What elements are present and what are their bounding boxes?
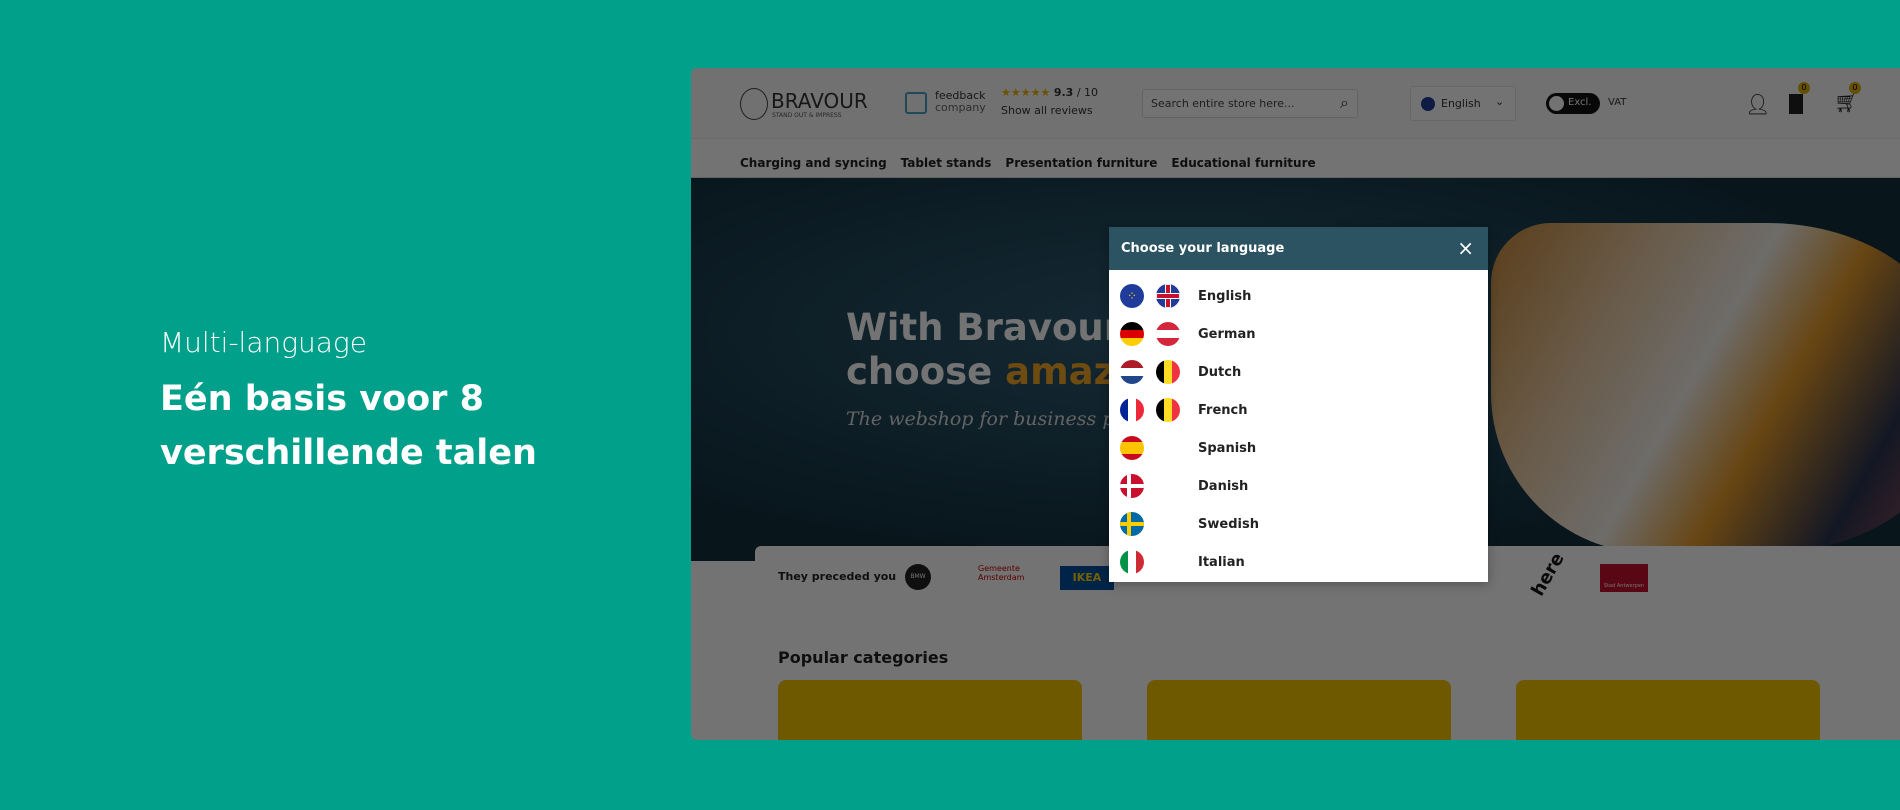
be-flag-icon xyxy=(1156,398,1180,422)
search-icon[interactable]: ⌕ xyxy=(1340,93,1349,113)
feedback-company-link[interactable]: feedback company xyxy=(935,90,986,114)
language-label: French xyxy=(1198,402,1248,418)
language-option-english[interactable]: ⁘ English xyxy=(1109,277,1488,315)
de-flag-icon xyxy=(1120,322,1144,346)
logo[interactable]: BRAVOUR xyxy=(771,89,868,113)
language-label: German xyxy=(1198,326,1256,342)
promo-headline: Eén basis voor 8 verschillende talen xyxy=(160,379,537,473)
main-nav: Charging and syncing Tablet stands Present… xyxy=(691,139,1900,178)
language-label: Danish xyxy=(1198,478,1249,494)
nl-flag-icon xyxy=(1120,360,1144,384)
close-icon[interactable]: × xyxy=(1457,236,1474,260)
wishlist-badge: 0 xyxy=(1798,82,1810,94)
be-flag-icon xyxy=(1156,360,1180,384)
language-current: English xyxy=(1441,97,1481,110)
language-option-danish[interactable]: Danish xyxy=(1109,467,1488,505)
category-card[interactable] xyxy=(1147,680,1451,740)
at-flag-icon xyxy=(1156,322,1180,346)
es-flag-icon xyxy=(1120,436,1144,460)
client-logo-bmw: BMW xyxy=(905,564,931,590)
gb-flag-icon xyxy=(1156,284,1180,308)
site-header: BRAVOUR STAND OUT & IMPRESS feedback comp… xyxy=(691,68,1900,139)
language-option-french[interactable]: French xyxy=(1109,391,1488,429)
client-logo-here: here xyxy=(1527,549,1569,600)
language-label: Dutch xyxy=(1198,364,1242,380)
account-icon[interactable]: 👤︎ xyxy=(1745,92,1770,116)
language-option-dutch[interactable]: Dutch xyxy=(1109,353,1488,391)
stars-icon: ★★★★★ xyxy=(1001,86,1051,99)
language-label: Swedish xyxy=(1198,516,1259,532)
language-label: Spanish xyxy=(1198,440,1257,456)
vat-toggle-label: Excl. xyxy=(1568,97,1592,108)
language-option-italian[interactable]: Italian xyxy=(1109,543,1488,581)
nav-item-charging[interactable]: Charging and syncing xyxy=(740,156,887,170)
fr-flag-icon xyxy=(1120,398,1144,422)
dk-flag-icon xyxy=(1120,474,1144,498)
language-selector[interactable]: English ⌄ xyxy=(1410,86,1516,121)
client-logo-ikea: IKEA xyxy=(1060,566,1114,590)
rating-value: 9.3 xyxy=(1053,86,1074,99)
language-label: Italian xyxy=(1198,554,1245,570)
nav-item-educational[interactable]: Educational furniture xyxy=(1171,156,1315,170)
client-logo-antwerpen: Stad Antwerpen xyxy=(1600,564,1648,592)
promo-lead: Multi-language xyxy=(160,326,367,359)
search-placeholder: Search entire store here... xyxy=(1151,97,1295,110)
language-list: ⁘ English German Dutch French Spanish Danish Sw… xyxy=(1109,270,1488,581)
modal-title: Choose your language xyxy=(1121,241,1285,256)
hero-photo xyxy=(1491,223,1900,553)
language-option-german[interactable]: German xyxy=(1109,315,1488,353)
rating: ★★★★★ 9.3 / 10 xyxy=(1001,86,1098,99)
language-label: English xyxy=(1198,288,1252,304)
category-card[interactable] xyxy=(778,680,1082,740)
search-input[interactable]: Search entire store here... ⌕ xyxy=(1142,89,1358,118)
show-reviews-link[interactable]: Show all reviews xyxy=(1001,104,1093,117)
eu-flag-icon xyxy=(1421,97,1435,111)
feedback-icon xyxy=(905,92,927,114)
cart-badge: 0 xyxy=(1849,82,1861,94)
language-option-swedish[interactable]: Swedish xyxy=(1109,505,1488,543)
wishlist-icon[interactable] xyxy=(1789,94,1803,114)
client-logo-amsterdam: Gemeente Amsterdam xyxy=(978,564,1025,582)
language-modal: Choose your language × ⁘ English German Dutc… xyxy=(1109,227,1488,582)
logo-tagline: STAND OUT & IMPRESS xyxy=(772,112,842,119)
toggle-knob xyxy=(1549,96,1564,111)
vat-label: VAT xyxy=(1608,97,1627,108)
eu-flag-icon: ⁘ xyxy=(1120,284,1144,308)
clients-label: They preceded you xyxy=(778,570,897,583)
hero-line2-a: choose xyxy=(846,350,1006,393)
rating-scale: / 10 xyxy=(1076,86,1099,99)
se-flag-icon xyxy=(1120,512,1144,536)
language-option-spanish[interactable]: Spanish xyxy=(1109,429,1488,467)
vat-toggle[interactable]: Excl. xyxy=(1546,93,1600,114)
modal-header: Choose your language × xyxy=(1109,227,1488,270)
nav-item-presentation[interactable]: Presentation furniture xyxy=(1005,156,1157,170)
popular-categories-title: Popular categories xyxy=(778,648,949,667)
logo-icon xyxy=(740,88,768,120)
it-flag-icon xyxy=(1120,550,1144,574)
nav-item-tablet-stands[interactable]: Tablet stands xyxy=(901,156,992,170)
feedback-line2: company xyxy=(935,101,986,114)
chevron-down-icon: ⌄ xyxy=(1495,95,1505,108)
category-card[interactable] xyxy=(1516,680,1820,740)
